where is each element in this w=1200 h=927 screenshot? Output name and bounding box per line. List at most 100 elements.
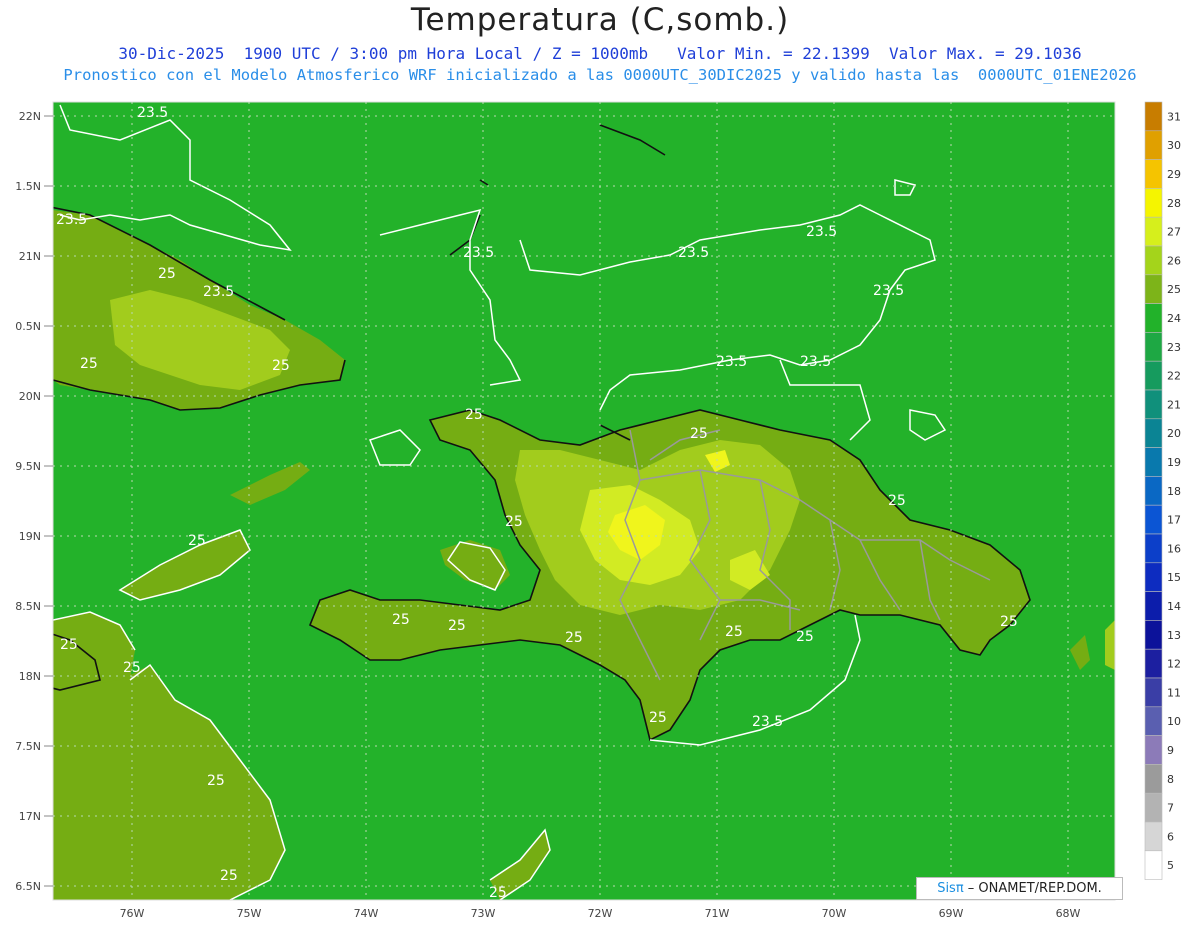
contour-label: 23.5 [806, 224, 837, 240]
colorbar-label: 27 [1167, 226, 1181, 239]
colorbar-label: 15 [1167, 571, 1181, 584]
colorbar-label: 26 [1167, 254, 1181, 267]
lon-label: 72W [588, 907, 613, 920]
colorbar-swatch [1144, 706, 1163, 736]
colorbar-label: 21 [1167, 398, 1181, 411]
contour-label: 25 [649, 710, 667, 726]
contour-label: 23.5 [203, 284, 234, 300]
colorbar-swatch [1144, 101, 1163, 132]
colorbar-label: 29 [1167, 168, 1181, 181]
contour-label: 25 [465, 407, 483, 423]
contour-label: 23.5 [873, 283, 904, 299]
colorbar-label: 20 [1167, 427, 1181, 440]
contour-label: 23.5 [716, 354, 747, 370]
lat-label: 0.5N [15, 320, 41, 333]
lon-label: 71W [705, 907, 730, 920]
colorbar-swatch [1144, 591, 1163, 621]
colorbar-swatch [1144, 389, 1163, 420]
colorbar-swatch [1144, 821, 1163, 852]
contour-label: 25 [207, 773, 225, 789]
contour-label: 25 [220, 868, 238, 884]
colorbar-label: 19 [1167, 456, 1181, 469]
colorbar-label: 23 [1167, 341, 1181, 354]
contour-label: 25 [123, 660, 141, 676]
lat-label: 17N [19, 810, 41, 823]
colorbar-label: 17 [1167, 514, 1181, 527]
colorbar-swatch [1144, 850, 1163, 880]
colorbar-label: 10 [1167, 715, 1181, 728]
colorbar-swatch [1144, 303, 1163, 333]
colorbar-swatch [1144, 130, 1163, 160]
lat-label: 1.5N [15, 180, 41, 193]
temperature-map: 23.5 23.5 23.5 23.5 23.5 23.5 23.5 23.5 … [15, 101, 1181, 920]
colorbar-label: 30 [1167, 139, 1181, 152]
contour-label: 23.5 [800, 354, 831, 370]
colorbar-swatch [1144, 562, 1163, 592]
colorbar-swatch [1144, 677, 1163, 708]
lat-label: 18N [19, 670, 41, 683]
colorbar-swatch [1144, 764, 1163, 794]
lat-label: 8.5N [15, 600, 41, 613]
colorbar-label: 25 [1167, 283, 1181, 296]
colorbar-swatch [1144, 735, 1163, 765]
colorbar-label: 13 [1167, 629, 1181, 642]
contour-label: 25 [489, 885, 507, 901]
colorbar-swatch [1144, 476, 1163, 506]
colorbar-swatch [1144, 274, 1163, 304]
colorbar-swatch [1144, 360, 1163, 391]
contour-label: 25 [888, 493, 906, 509]
colorbar-label: 5 [1167, 859, 1174, 872]
colorbar-label: 18 [1167, 485, 1181, 498]
contour-label: 25 [505, 514, 523, 530]
lon-label: 74W [354, 907, 379, 920]
colorbar-swatch [1144, 216, 1163, 247]
contour-label: 23.5 [463, 245, 494, 261]
colorbar-swatch [1144, 188, 1163, 218]
contour-label: 25 [60, 637, 78, 653]
colorbar-label: 24 [1167, 312, 1181, 325]
lon-label: 75W [237, 907, 262, 920]
colorbar-label: 6 [1167, 830, 1174, 843]
colorbar: 31 30 29 28 27 26 25 24 23 22 21 20 19 18 17 16 15 14 13 12… [1144, 101, 1181, 880]
lon-label: 76W [120, 907, 145, 920]
colorbar-label: 9 [1167, 744, 1174, 757]
colorbar-label: 28 [1167, 197, 1181, 210]
colorbar-swatch [1144, 447, 1163, 477]
lat-label: 6.5N [15, 880, 41, 893]
colorbar-swatch [1144, 332, 1163, 362]
contour-label: 25 [1000, 614, 1018, 630]
contour-label: 25 [725, 624, 743, 640]
contour-label: 25 [272, 358, 290, 374]
contour-label: 25 [392, 612, 410, 628]
colorbar-swatch [1144, 159, 1163, 189]
lon-label: 68W [1056, 907, 1081, 920]
contour-label: 23.5 [137, 105, 168, 121]
colorbar-swatch [1144, 504, 1163, 535]
contour-label: 25 [188, 533, 206, 549]
lat-label: 22N [19, 110, 41, 123]
contour-label: 25 [796, 629, 814, 645]
contour-label: 25 [80, 356, 98, 372]
credit-text: – ONAMET/REP.DOM. [963, 881, 1102, 896]
lat-label: 21N [19, 250, 41, 263]
lat-label: 9.5N [15, 460, 41, 473]
lat-label: 19N [19, 530, 41, 543]
colorbar-swatch [1144, 418, 1163, 448]
colorbar-label: 31 [1167, 110, 1181, 123]
contour-label: 23.5 [56, 212, 87, 228]
contour-label: 25 [565, 630, 583, 646]
colorbar-label: 11 [1167, 686, 1181, 699]
colorbar-swatch [1144, 648, 1163, 679]
colorbar-label: 22 [1167, 370, 1181, 383]
contour-label: 25 [448, 618, 466, 634]
colorbar-swatch [1144, 533, 1163, 564]
lon-label: 69W [939, 907, 964, 920]
lat-label: 20N [19, 390, 41, 403]
contour-label: 25 [158, 266, 176, 282]
colorbar-label: 16 [1167, 542, 1181, 555]
colorbar-swatch [1144, 620, 1163, 650]
lat-label: 7.5N [15, 740, 41, 753]
credit-sis-logo: Sisπ [937, 881, 964, 896]
colorbar-swatch [1144, 245, 1163, 276]
lon-label: 70W [822, 907, 847, 920]
